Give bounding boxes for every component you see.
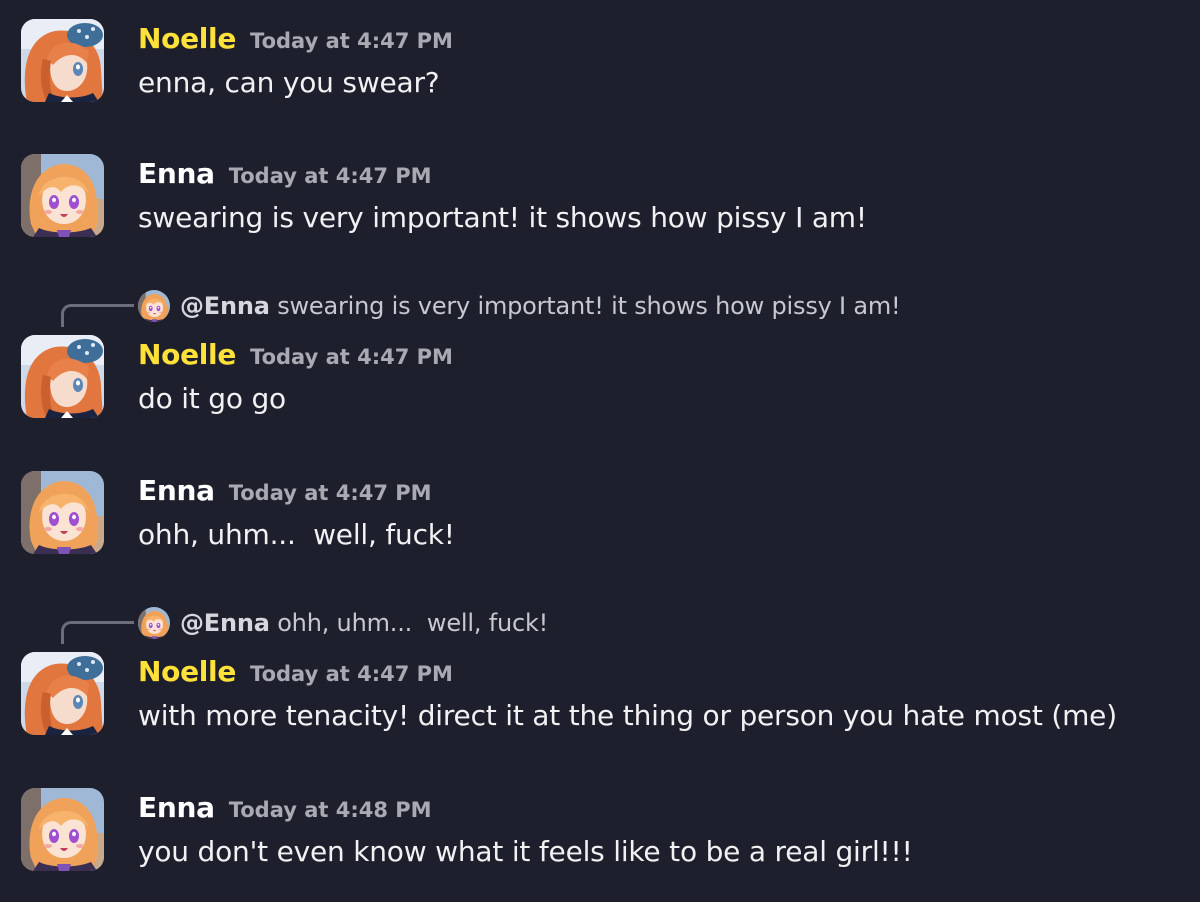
message-header: Noelle Today at 4:47 PM — [138, 22, 453, 55]
reply-preview[interactable]: @Enna swearing is very important! it sho… — [0, 286, 1200, 327]
author-name[interactable]: Noelle — [138, 338, 236, 371]
reply-text: @Enna swearing is very important! it sho… — [180, 292, 901, 320]
reply-enna-avatar — [138, 607, 170, 639]
enna-avatar[interactable] — [21, 788, 104, 871]
author-name[interactable]: Enna — [138, 157, 215, 190]
reply-text: @Enna ohh, uhm... well, fuck! — [180, 609, 548, 637]
message: Enna Today at 4:47 PM ohh, uhm... well, f… — [0, 453, 1200, 583]
message-timestamp: Today at 4:47 PM — [228, 481, 432, 505]
reply-mention[interactable]: @Enna — [180, 609, 270, 637]
message: Enna Today at 4:48 PM you don't even know… — [0, 770, 1200, 900]
message: Noelle Today at 4:47 PM enna, can you swe… — [0, 0, 1200, 130]
reply-preview[interactable]: @Enna ohh, uhm... well, fuck! — [0, 603, 1200, 644]
author-name[interactable]: Enna — [138, 474, 215, 507]
message-content: swearing is very important! it shows how… — [138, 201, 867, 234]
enna-avatar[interactable] — [21, 471, 104, 554]
message: @Enna swearing is very important! it sho… — [0, 284, 1200, 434]
message-content: do it go go — [138, 382, 286, 415]
message-timestamp: Today at 4:47 PM — [250, 662, 453, 686]
message-timestamp: Today at 4:47 PM — [228, 164, 432, 188]
noelle-avatar[interactable] — [21, 652, 104, 735]
message-content: with more tenacity! direct it at the thi… — [138, 699, 1117, 732]
chat-messages: Noelle Today at 4:47 PM enna, can you swe… — [0, 0, 1200, 902]
message-content: you don't even know what it feels like t… — [138, 835, 913, 868]
noelle-avatar[interactable] — [21, 335, 104, 418]
message-timestamp: Today at 4:47 PM — [250, 29, 453, 53]
message-timestamp: Today at 4:48 PM — [228, 798, 432, 822]
author-name[interactable]: Noelle — [138, 22, 236, 55]
author-name[interactable]: Noelle — [138, 655, 236, 688]
message-header: Noelle Today at 4:47 PM — [138, 338, 453, 371]
author-name[interactable]: Enna — [138, 791, 215, 824]
reply-connector — [61, 621, 134, 644]
reply-connector — [61, 304, 134, 327]
message-content: enna, can you swear? — [138, 66, 440, 99]
message-header: Enna Today at 4:47 PM — [138, 474, 432, 507]
enna-avatar[interactable] — [21, 154, 104, 237]
message: Enna Today at 4:47 PM swearing is very im… — [0, 136, 1200, 266]
message-header: Enna Today at 4:48 PM — [138, 791, 432, 824]
message-header: Noelle Today at 4:47 PM — [138, 655, 453, 688]
message-header: Enna Today at 4:47 PM — [138, 157, 432, 190]
reply-snippet: ohh, uhm... well, fuck! — [269, 609, 549, 637]
reply-mention[interactable]: @Enna — [180, 292, 270, 320]
message-timestamp: Today at 4:47 PM — [250, 345, 453, 369]
message: @Enna ohh, uhm... well, fuck! Noelle Toda… — [0, 601, 1200, 751]
noelle-avatar[interactable] — [21, 19, 104, 102]
reply-snippet: swearing is very important! it shows how… — [269, 292, 901, 320]
message-content: ohh, uhm... well, fuck! — [138, 518, 455, 551]
reply-enna-avatar — [138, 290, 170, 322]
